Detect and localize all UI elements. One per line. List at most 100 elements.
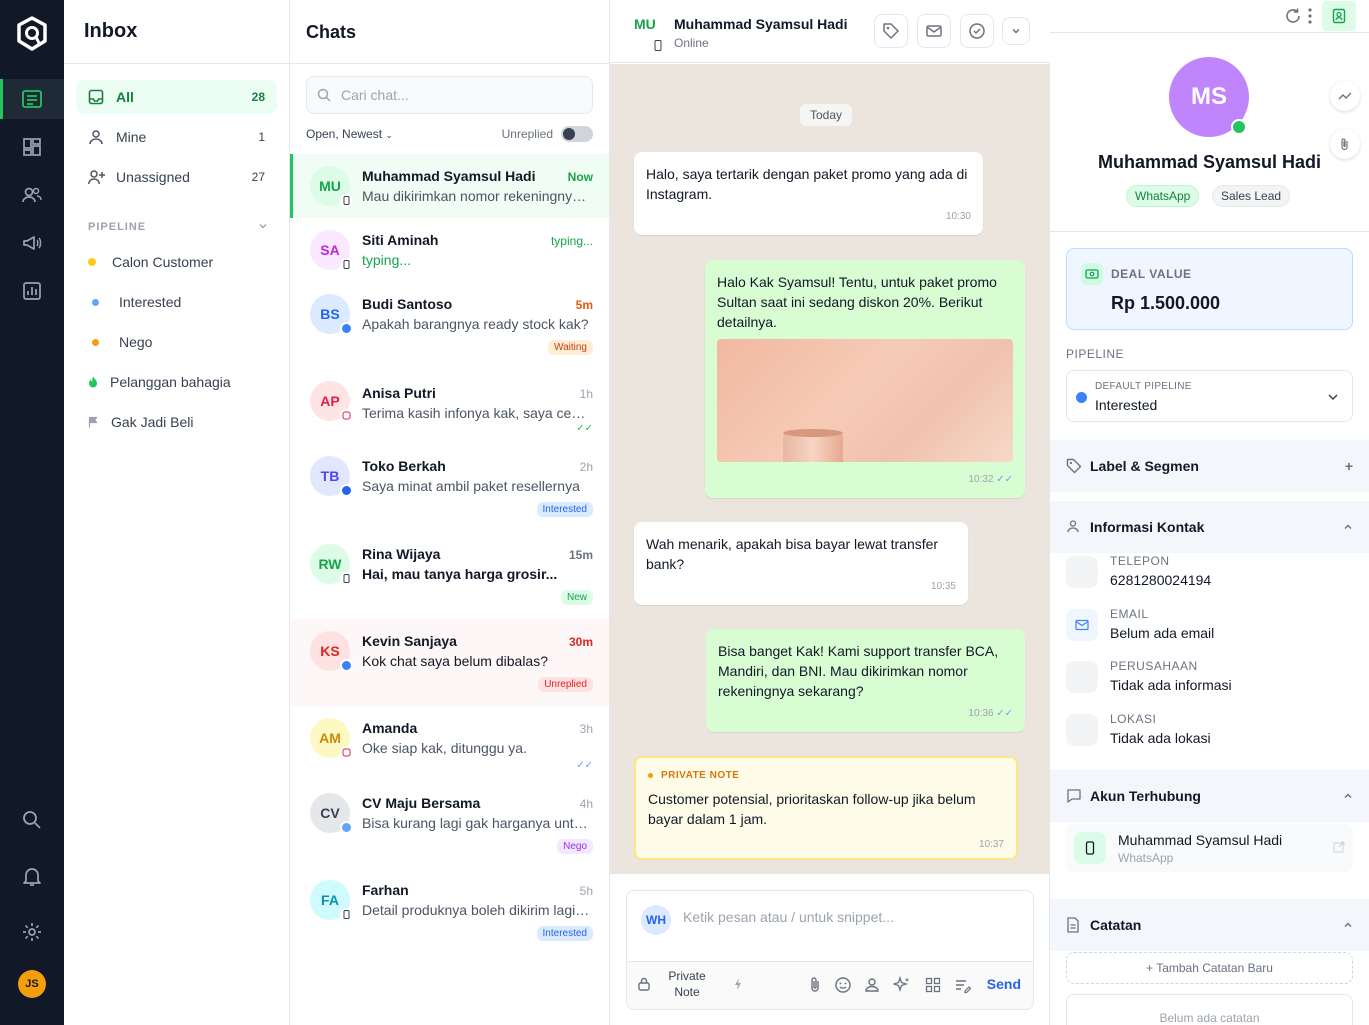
chat-row[interactable]: AP Anisa Putri 1h Terima kasih infonya k… [290, 369, 609, 444]
email-button[interactable] [917, 14, 951, 48]
filter-unassigned[interactable]: Unassigned 27 [76, 160, 277, 194]
chat-row[interactable]: AM Amanda 3h Oke siap kak, ditunggu ya. … [290, 706, 609, 781]
filter-label: Unassigned [116, 169, 190, 185]
contact-card-icon[interactable] [863, 976, 881, 994]
chat-row[interactable]: RW Rina Wijaya 15m Hai, mau tanya harga … [290, 532, 609, 619]
tag-button[interactable] [874, 14, 908, 48]
nav-reports-button[interactable] [0, 271, 64, 311]
nav-settings-button[interactable] [0, 912, 64, 952]
pipeline-heading[interactable]: PIPELINE [88, 221, 268, 233]
pipeline-item-calon-customer[interactable]: Calon Customer [88, 250, 268, 274]
contact-card-icon[interactable] [1322, 1, 1356, 31]
nav-search-button[interactable] [0, 800, 64, 840]
message-outgoing[interactable]: Halo Kak Syamsul! Tentu, untuk paket pro… [705, 260, 1025, 498]
user-avatar[interactable]: JS [18, 970, 46, 998]
pipeline-item-pelanggan-bahagia[interactable]: Pelanggan bahagia [88, 370, 268, 394]
chat-row[interactable]: SA Siti Aminah typing... typing... [290, 218, 609, 282]
section-title: Akun Terhubung [1090, 788, 1201, 804]
chat-search [306, 76, 593, 114]
chat-preview: Terima kasih infonya kak, saya cek dulu [362, 405, 592, 421]
external-link-icon[interactable] [1333, 841, 1345, 853]
attachment-icon[interactable] [807, 976, 825, 994]
nav-contacts-button[interactable] [0, 175, 64, 215]
resolve-button[interactable] [960, 14, 994, 48]
ai-sparkle-icon[interactable] [893, 976, 911, 994]
info-location[interactable]: LOKASI Tidak ada lokasi [1066, 712, 1353, 756]
info-email[interactable]: EMAIL Belum ada email [1066, 607, 1353, 651]
message-incoming[interactable]: Halo, saya tertarik dengan paket promo y… [634, 152, 983, 235]
send-button[interactable]: Send [987, 976, 1021, 992]
linked-account[interactable]: Muhammad Syamsul Hadi WhatsApp [1066, 824, 1353, 872]
status-badge: Interested [536, 502, 593, 517]
add-note-button[interactable]: + Tambah Catatan Baru [1066, 952, 1353, 984]
pipeline-select[interactable]: DEFAULT PIPELINE Interested [1066, 370, 1353, 422]
contact-profile-name: Muhammad Syamsul Hadi [1097, 152, 1322, 172]
grid-icon[interactable] [924, 976, 942, 994]
private-note-toggle[interactable]: Private Note [667, 968, 707, 1000]
info-company[interactable]: PERUSAHAAN Tidak ada informasi [1066, 659, 1353, 703]
emoji-icon[interactable] [834, 976, 852, 994]
filter-all[interactable]: All 28 [76, 80, 277, 114]
chat-search-input[interactable] [341, 87, 581, 103]
lightning-icon[interactable] [731, 976, 749, 994]
chat-row[interactable]: MU Muhammad Syamsul Hadi Now Mau dikirim… [290, 154, 609, 218]
chat-row[interactable]: FA Farhan 5h Detail produknya boleh diki… [290, 868, 609, 955]
message-text: Bisa banget Kak! Kami support transfer B… [718, 643, 999, 699]
account-name: Muhammad Syamsul Hadi [1118, 832, 1283, 848]
more-options-button[interactable] [1002, 17, 1030, 45]
nav-notifications-button[interactable] [0, 856, 64, 896]
app-logo-icon[interactable] [16, 16, 48, 52]
nav-inbox-button[interactable] [0, 79, 64, 119]
chat-list-panel: Chats Open, Newest ⌄ Unreplied MU Muhamm… [290, 0, 610, 1025]
snippet-icon[interactable] [954, 976, 972, 994]
search-icon [317, 88, 331, 102]
pipeline-item-label: Calon Customer [112, 254, 214, 270]
section-title: Catatan [1090, 917, 1142, 933]
chat-row[interactable]: BS Budi Santoso 5m Apakah barangnya read… [290, 282, 609, 369]
product-image[interactable] [717, 339, 1013, 462]
map-pin-icon [1066, 714, 1098, 746]
refresh-icon[interactable] [1284, 7, 1302, 25]
notes-section-header[interactable]: Catatan [1050, 899, 1369, 951]
label-section-header[interactable]: Label & Segmen + [1050, 440, 1369, 492]
inbox-tray-icon [88, 89, 104, 105]
info-phone[interactable]: TELEPON 6281280024194 [1066, 554, 1353, 598]
chat-name: CV Maju Bersama [362, 795, 481, 811]
contact-info-section-header[interactable]: Informasi Kontak [1050, 501, 1369, 553]
status-badge: Unreplied [538, 677, 593, 692]
chat-row[interactable]: TB Toko Berkah 2h Saya minat ambil paket… [290, 444, 609, 532]
message-input[interactable] [683, 909, 1013, 949]
contact-profile-avatar[interactable]: MS [1169, 57, 1249, 137]
divider [1050, 231, 1369, 232]
more-vertical-icon[interactable] [1307, 7, 1313, 25]
unreplied-toggle[interactable] [561, 126, 593, 142]
activity-button[interactable] [1330, 81, 1360, 111]
chat-time: 2h [579, 460, 593, 474]
divider [290, 63, 609, 64]
nav-broadcast-button[interactable] [0, 223, 64, 263]
linked-accounts-section-header[interactable]: Akun Terhubung [1050, 770, 1369, 822]
sort-dropdown[interactable]: Open, Newest ⌄ [306, 127, 393, 141]
message-outgoing[interactable]: Bisa banget Kak! Kami support transfer B… [706, 629, 1025, 732]
user-icon [1066, 519, 1082, 535]
message-area[interactable]: Today Halo, saya tertarik dengan paket p… [610, 64, 1050, 874]
filter-mine[interactable]: Mine 1 [76, 120, 277, 154]
chat-time: 4h [579, 797, 593, 811]
chat-row[interactable]: KS Kevin Sanjaya 30m Kok chat saya belum… [290, 619, 609, 706]
private-note[interactable]: PRIVATE NOTE Customer potensial, priorit… [634, 756, 1018, 860]
message-text: Wah menarik, apakah bisa bayar lewat tra… [646, 536, 939, 572]
plus-icon[interactable]: + [1345, 458, 1353, 474]
chevron-up-icon [1343, 522, 1353, 532]
pipeline-sub-label: DEFAULT PIPELINE [1095, 381, 1192, 392]
chevron-down-icon [258, 221, 268, 233]
pipeline-item-gak-jadi-beli[interactable]: Gak Jadi Beli [88, 410, 268, 434]
nav-dashboard-button[interactable] [0, 127, 64, 167]
lock-icon[interactable] [637, 976, 655, 994]
message-incoming[interactable]: Wah menarik, apakah bisa bayar lewat tra… [634, 522, 968, 605]
chat-row[interactable]: CV CV Maju Bersama 4h Bisa kurang lagi g… [290, 781, 609, 868]
pipeline-item-interested[interactable]: Interested [88, 290, 268, 314]
message-composer: WH Private Note Send [626, 890, 1034, 1010]
pipeline-item-nego[interactable]: Nego [88, 330, 268, 354]
deal-value-card[interactable]: DEAL VALUE Rp 1.500.000 [1066, 248, 1353, 330]
chat-name: Anisa Putri [362, 385, 436, 401]
